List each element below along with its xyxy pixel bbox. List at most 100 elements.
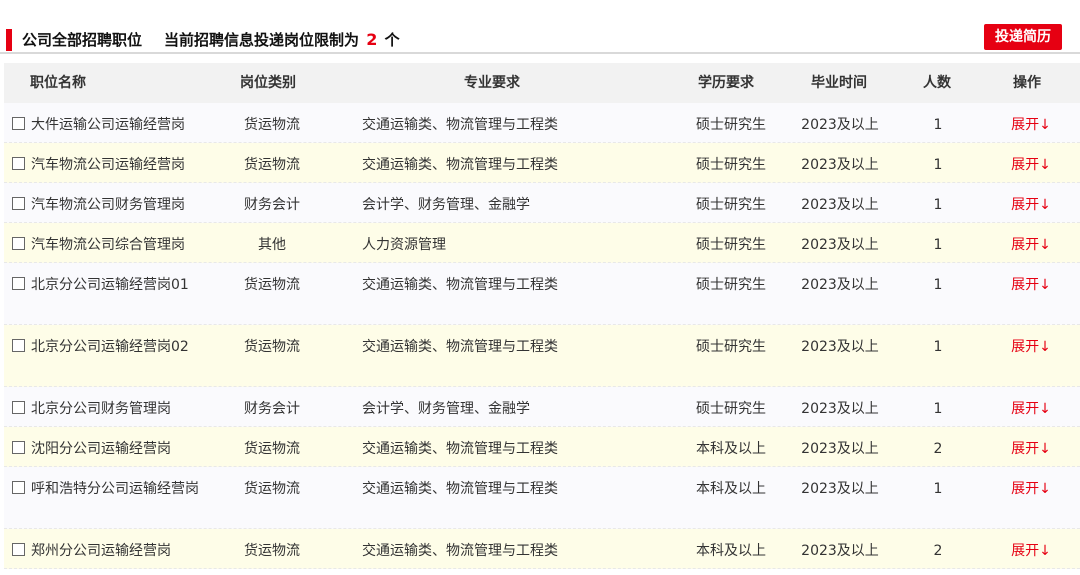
major-requirement: 交通运输类、物流管理与工程类 (362, 481, 558, 497)
column-header-count: 人数 (923, 75, 951, 91)
job-name: 汽车物流公司综合管理岗 (31, 237, 185, 253)
select-checkbox[interactable] (12, 543, 25, 556)
headcount: 2 (933, 441, 943, 457)
job-name-cell: 北京分公司运输经营岗01 (12, 275, 202, 295)
headcount: 1 (933, 339, 943, 355)
major-requirement: 会计学、财务管理、金融学 (362, 401, 530, 417)
graduation-time: 2023及以上 (801, 543, 879, 559)
column-header-grad-time: 毕业时间 (811, 75, 867, 91)
degree-requirement: 硕士研究生 (696, 237, 766, 253)
major-requirement: 交通运输类、物流管理与工程类 (362, 117, 558, 133)
job-name: 呼和浩特分公司运输经营岗 (31, 481, 199, 497)
job-category: 货运物流 (244, 339, 300, 355)
major-requirement: 交通运输类、物流管理与工程类 (362, 441, 558, 457)
job-name: 汽车物流公司财务管理岗 (31, 197, 185, 213)
job-name: 汽车物流公司运输经营岗 (31, 157, 185, 173)
expand-link[interactable]: 展开↓ (1006, 195, 1056, 215)
job-category: 货运物流 (244, 481, 300, 497)
table-row: 郑州分公司运输经营岗 货运物流 交通运输类、物流管理与工程类 本科及以上 2023及以上… (4, 529, 1080, 569)
job-name-cell: 北京分公司财务管理岗 (12, 399, 202, 419)
select-checkbox[interactable] (12, 481, 25, 494)
job-category: 财务会计 (244, 197, 300, 213)
degree-requirement: 硕士研究生 (696, 117, 766, 133)
job-category: 货运物流 (244, 277, 300, 293)
graduation-time: 2023及以上 (801, 277, 879, 293)
title-suffix: 个 (384, 31, 400, 49)
job-category: 货运物流 (244, 117, 300, 133)
table-header: 职位名称 岗位类别 专业要求 学历要求 毕业时间 人数 操作 (4, 63, 1080, 103)
major-requirement: 人力资源管理 (362, 237, 446, 253)
graduation-time: 2023及以上 (801, 237, 879, 253)
degree-requirement: 硕士研究生 (696, 157, 766, 173)
expand-link[interactable]: 展开↓ (1006, 439, 1056, 459)
expand-link[interactable]: 展开↓ (1006, 399, 1056, 419)
expand-link[interactable]: 展开↓ (1006, 337, 1056, 357)
select-checkbox[interactable] (12, 441, 25, 454)
select-checkbox[interactable] (12, 339, 25, 352)
major-requirement: 交通运输类、物流管理与工程类 (362, 277, 558, 293)
column-header-action: 操作 (1013, 75, 1041, 91)
job-name: 郑州分公司运输经营岗 (31, 543, 171, 559)
job-category: 货运物流 (244, 543, 300, 559)
table-row: 汽车物流公司财务管理岗 财务会计 会计学、财务管理、金融学 硕士研究生 2023及以上 1… (4, 183, 1080, 223)
table-row: 北京分公司运输经营岗01 货运物流 交通运输类、物流管理与工程类 硕士研究生 2023及… (4, 263, 1080, 325)
table-row: 汽车物流公司综合管理岗 其他 人力资源管理 硕士研究生 2023及以上 1 展开↓ (4, 223, 1080, 263)
job-table: 职位名称 岗位类别 专业要求 学历要求 毕业时间 人数 操作 大件运输公司运输经… (4, 63, 1080, 569)
table-body: 大件运输公司运输经营岗 货运物流 交通运输类、物流管理与工程类 硕士研究生 2023及以… (4, 103, 1080, 569)
table-row: 北京分公司财务管理岗 财务会计 会计学、财务管理、金融学 硕士研究生 2023及以上 1 展… (4, 387, 1080, 427)
column-header-major: 专业要求 (464, 75, 520, 91)
job-category: 货运物流 (244, 157, 300, 173)
major-requirement: 交通运输类、物流管理与工程类 (362, 339, 558, 355)
select-checkbox[interactable] (12, 401, 25, 414)
limit-count: 2 (366, 30, 378, 49)
headcount: 1 (933, 237, 943, 253)
degree-requirement: 硕士研究生 (696, 339, 766, 355)
degree-requirement: 本科及以上 (696, 481, 766, 497)
expand-link[interactable]: 展开↓ (1006, 155, 1056, 175)
job-name: 北京分公司运输经营岗02 (31, 339, 189, 355)
job-name-cell: 大件运输公司运输经营岗 (12, 115, 202, 135)
expand-link[interactable]: 展开↓ (1006, 541, 1056, 561)
select-checkbox[interactable] (12, 197, 25, 210)
title-accent-bar (6, 29, 12, 51)
job-name-cell: 沈阳分公司运输经营岗 (12, 439, 202, 459)
submit-resume-button[interactable]: 投递简历 (984, 24, 1062, 50)
job-name-cell: 呼和浩特分公司运输经营岗 (12, 479, 202, 499)
table-row: 大件运输公司运输经营岗 货运物流 交通运输类、物流管理与工程类 硕士研究生 2023及以… (4, 103, 1080, 143)
column-header-name: 职位名称 (30, 75, 86, 91)
section-header: 公司全部招聘职位 当前招聘信息投递岗位限制为 2 个 投递简历 (0, 0, 1080, 54)
job-category: 货运物流 (244, 441, 300, 457)
job-name: 大件运输公司运输经营岗 (31, 117, 185, 133)
degree-requirement: 硕士研究生 (696, 277, 766, 293)
job-name-cell: 汽车物流公司综合管理岗 (12, 235, 202, 255)
graduation-time: 2023及以上 (801, 157, 879, 173)
graduation-time: 2023及以上 (801, 481, 879, 497)
select-checkbox[interactable] (12, 277, 25, 290)
degree-requirement: 本科及以上 (696, 441, 766, 457)
expand-link[interactable]: 展开↓ (1006, 115, 1056, 135)
expand-link[interactable]: 展开↓ (1006, 479, 1056, 499)
title-prefix: 公司全部招聘职位 (22, 31, 143, 49)
job-category: 财务会计 (244, 401, 300, 417)
major-requirement: 交通运输类、物流管理与工程类 (362, 543, 558, 559)
title-limit-text: 当前招聘信息投递岗位限制为 (164, 31, 360, 49)
degree-requirement: 硕士研究生 (696, 197, 766, 213)
table-row: 汽车物流公司运输经营岗 货运物流 交通运输类、物流管理与工程类 硕士研究生 2023及以… (4, 143, 1080, 183)
table-row: 沈阳分公司运输经营岗 货运物流 交通运输类、物流管理与工程类 本科及以上 2023及以上… (4, 427, 1080, 467)
select-checkbox[interactable] (12, 117, 25, 130)
headcount: 1 (933, 197, 943, 213)
headcount: 1 (933, 481, 943, 497)
headcount: 2 (933, 543, 943, 559)
job-name: 北京分公司财务管理岗 (31, 401, 171, 417)
job-name: 北京分公司运输经营岗01 (31, 277, 189, 293)
headcount: 1 (933, 157, 943, 173)
table-row: 北京分公司运输经营岗02 货运物流 交通运输类、物流管理与工程类 硕士研究生 2023及… (4, 325, 1080, 387)
expand-link[interactable]: 展开↓ (1006, 235, 1056, 255)
select-checkbox[interactable] (12, 237, 25, 250)
degree-requirement: 本科及以上 (696, 543, 766, 559)
column-header-category: 岗位类别 (240, 75, 296, 91)
expand-link[interactable]: 展开↓ (1006, 275, 1056, 295)
job-category: 其他 (258, 237, 286, 253)
select-checkbox[interactable] (12, 157, 25, 170)
major-requirement: 会计学、财务管理、金融学 (362, 197, 530, 213)
